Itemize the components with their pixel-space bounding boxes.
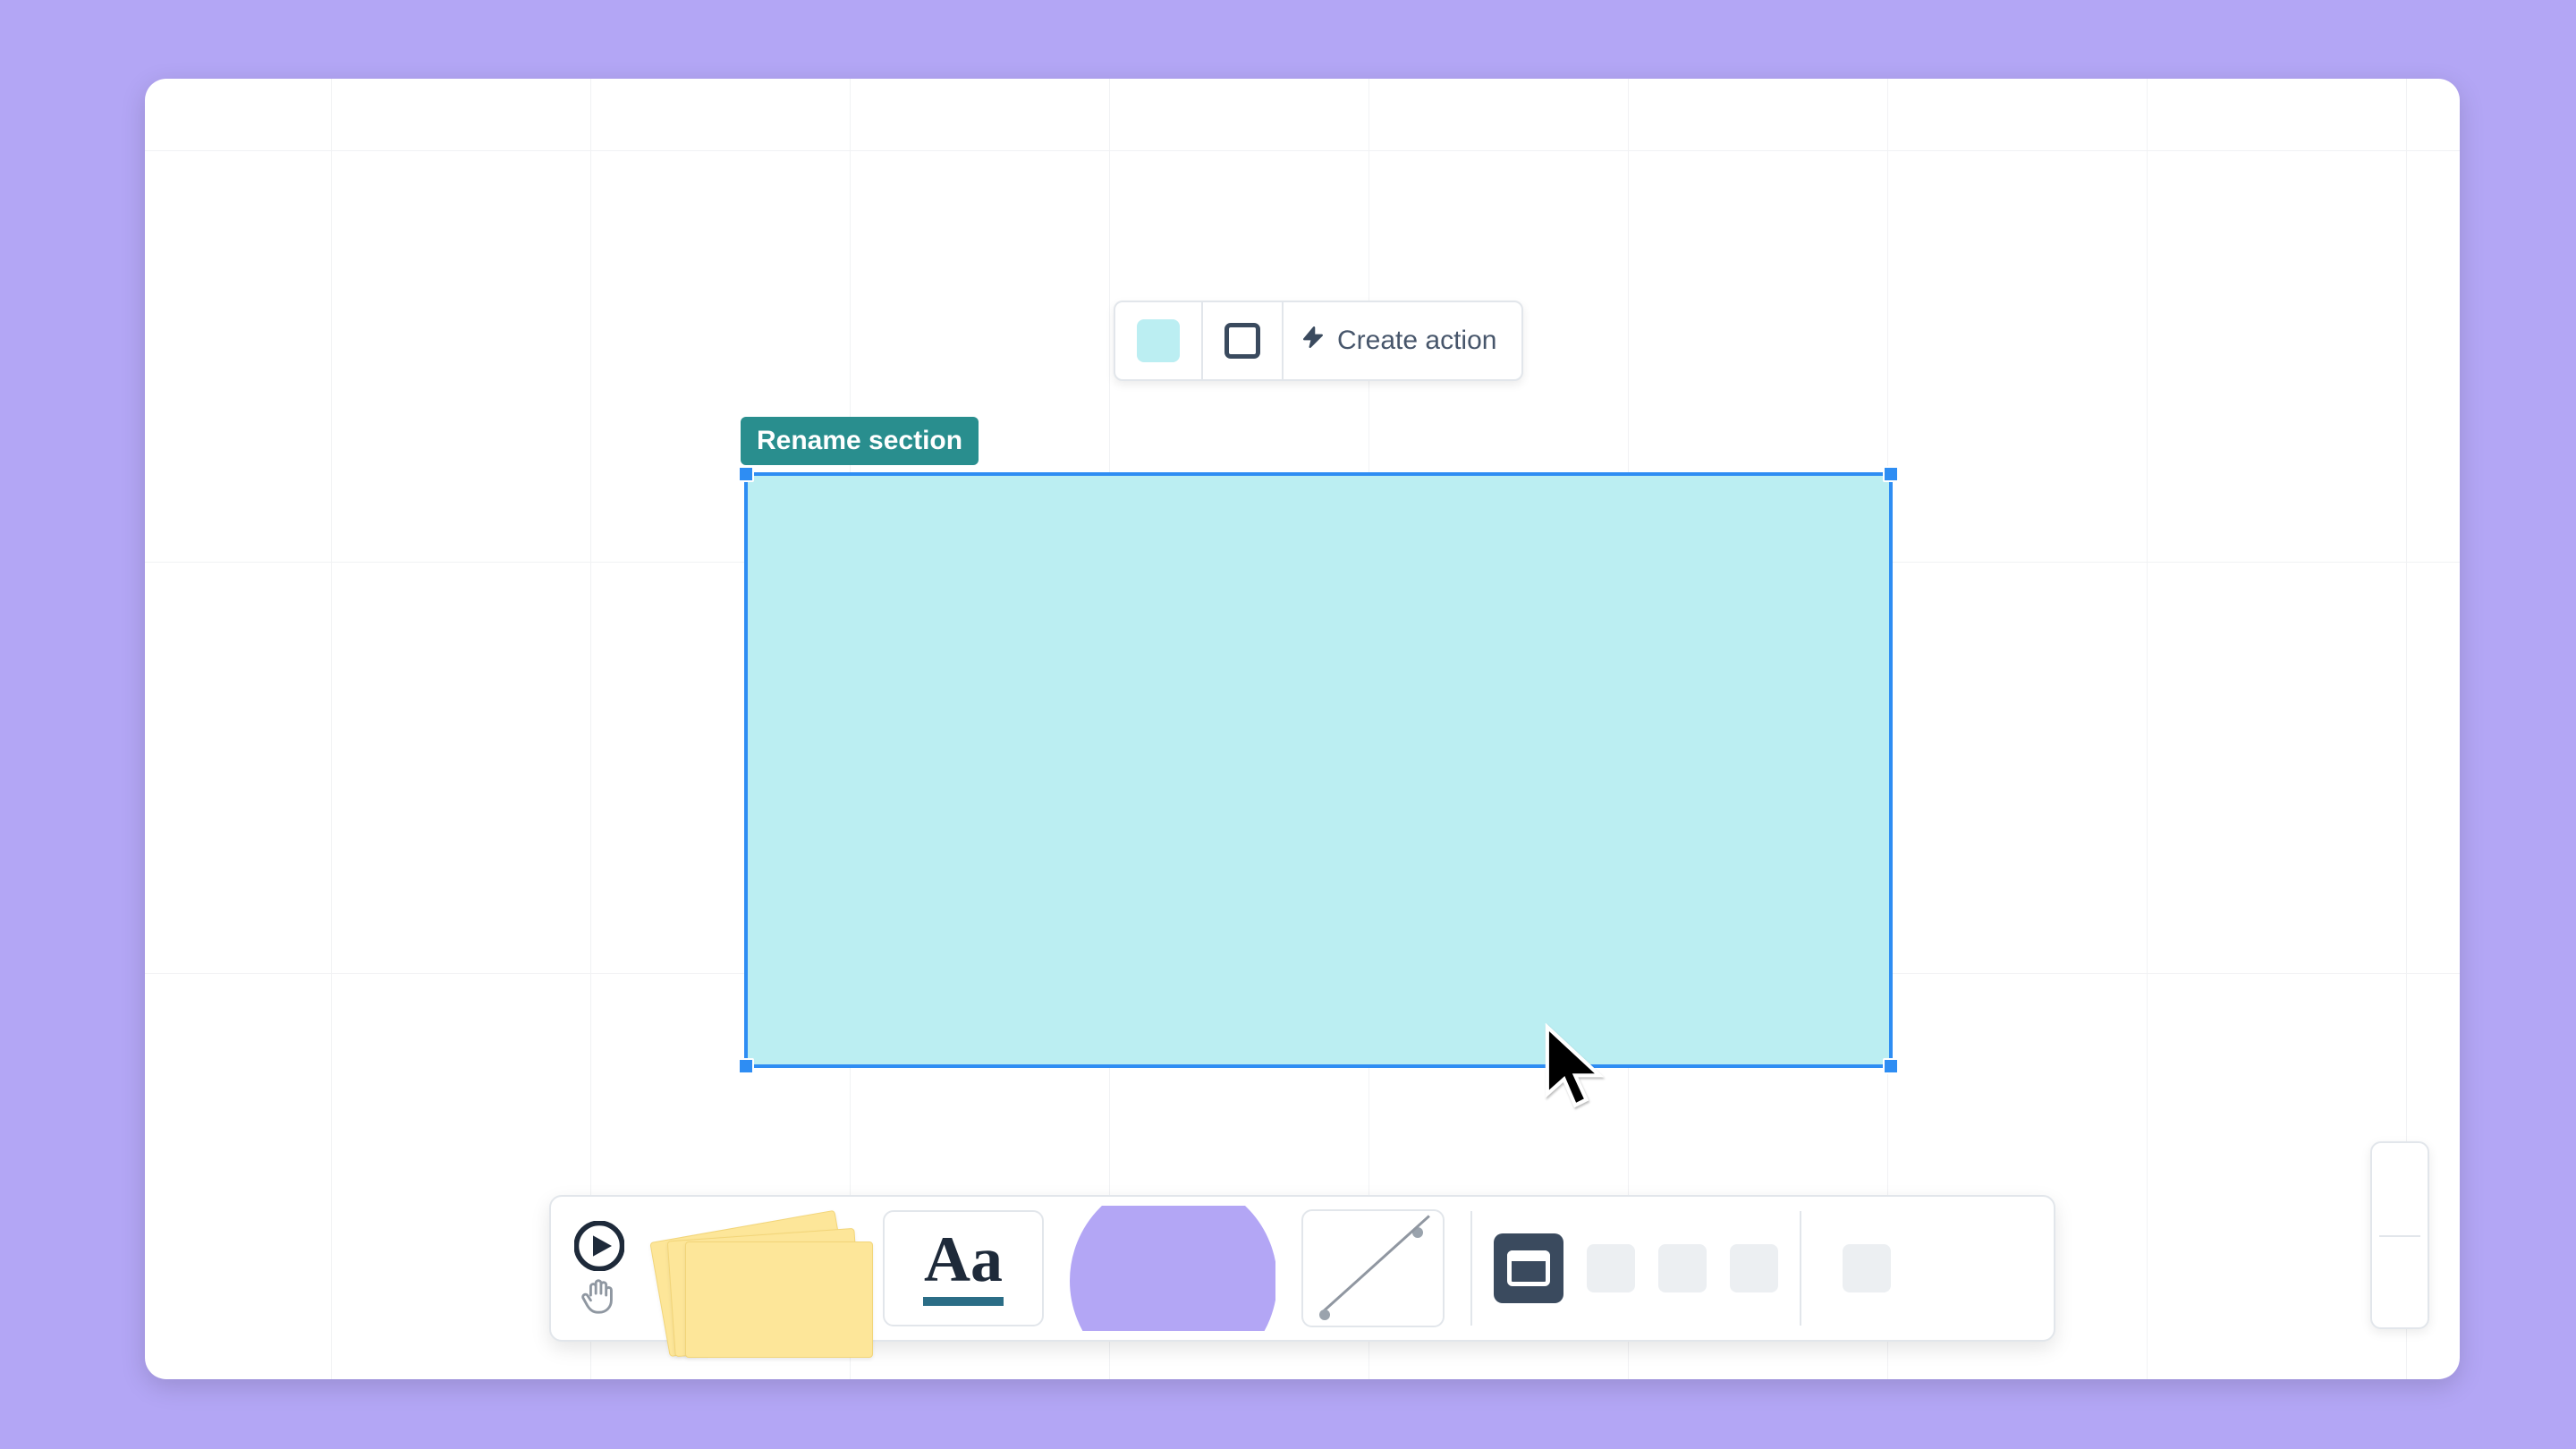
dock-separator	[1800, 1211, 1801, 1326]
selected-section[interactable]	[744, 472, 1893, 1068]
resize-handle-top-right[interactable]	[1883, 466, 1899, 482]
sticky-note-icon	[685, 1241, 873, 1358]
resize-handle-bottom-left[interactable]	[738, 1058, 754, 1074]
create-action-label: Create action	[1337, 326, 1496, 356]
line-diagonal-icon	[1322, 1215, 1430, 1312]
text-tool[interactable]: Aa	[878, 1206, 1048, 1331]
shape-tool[interactable]	[1070, 1206, 1275, 1331]
section-tool-group	[1494, 1233, 1778, 1303]
shape-context-toolbar: Create action	[1114, 301, 1523, 381]
resize-handle-top-left[interactable]	[738, 466, 754, 482]
circle-shape-icon	[1070, 1206, 1275, 1331]
dock-placeholder-tool[interactable]	[1658, 1244, 1707, 1292]
rename-section-tooltip: Rename section	[741, 417, 979, 465]
text-tool-glyph: Aa	[885, 1223, 1042, 1297]
present-button[interactable]	[574, 1221, 624, 1271]
connector-line-tool[interactable]	[1297, 1206, 1449, 1331]
fill-color-button[interactable]	[1115, 302, 1203, 379]
dock-mode-group	[569, 1221, 630, 1316]
section-tool-button[interactable]	[1494, 1233, 1563, 1303]
line-endpoint-icon	[1319, 1309, 1330, 1320]
sticky-note-tool[interactable]	[651, 1206, 857, 1331]
whiteboard-canvas[interactable]: Rename section Create action	[145, 79, 2460, 1379]
resize-handle-bottom-right[interactable]	[1883, 1058, 1899, 1074]
border-style-button[interactable]	[1203, 302, 1284, 379]
hand-tool-button[interactable]	[579, 1275, 620, 1316]
tool-dock: Aa	[549, 1195, 2055, 1342]
section-icon	[1507, 1250, 1550, 1286]
dock-placeholder-tool[interactable]	[1843, 1244, 1891, 1292]
fill-color-swatch	[1137, 319, 1180, 362]
create-action-button[interactable]: Create action	[1284, 302, 1521, 379]
zoom-controls[interactable]	[2370, 1141, 2429, 1329]
square-outline-icon	[1224, 323, 1260, 359]
cursor-icon	[1542, 1023, 1605, 1113]
dock-placeholder-tool[interactable]	[1587, 1244, 1635, 1292]
text-tool-underline	[923, 1297, 1004, 1306]
bolt-icon	[1301, 324, 1325, 358]
dock-placeholder-tool[interactable]	[1730, 1244, 1778, 1292]
dock-separator	[1470, 1211, 1472, 1326]
